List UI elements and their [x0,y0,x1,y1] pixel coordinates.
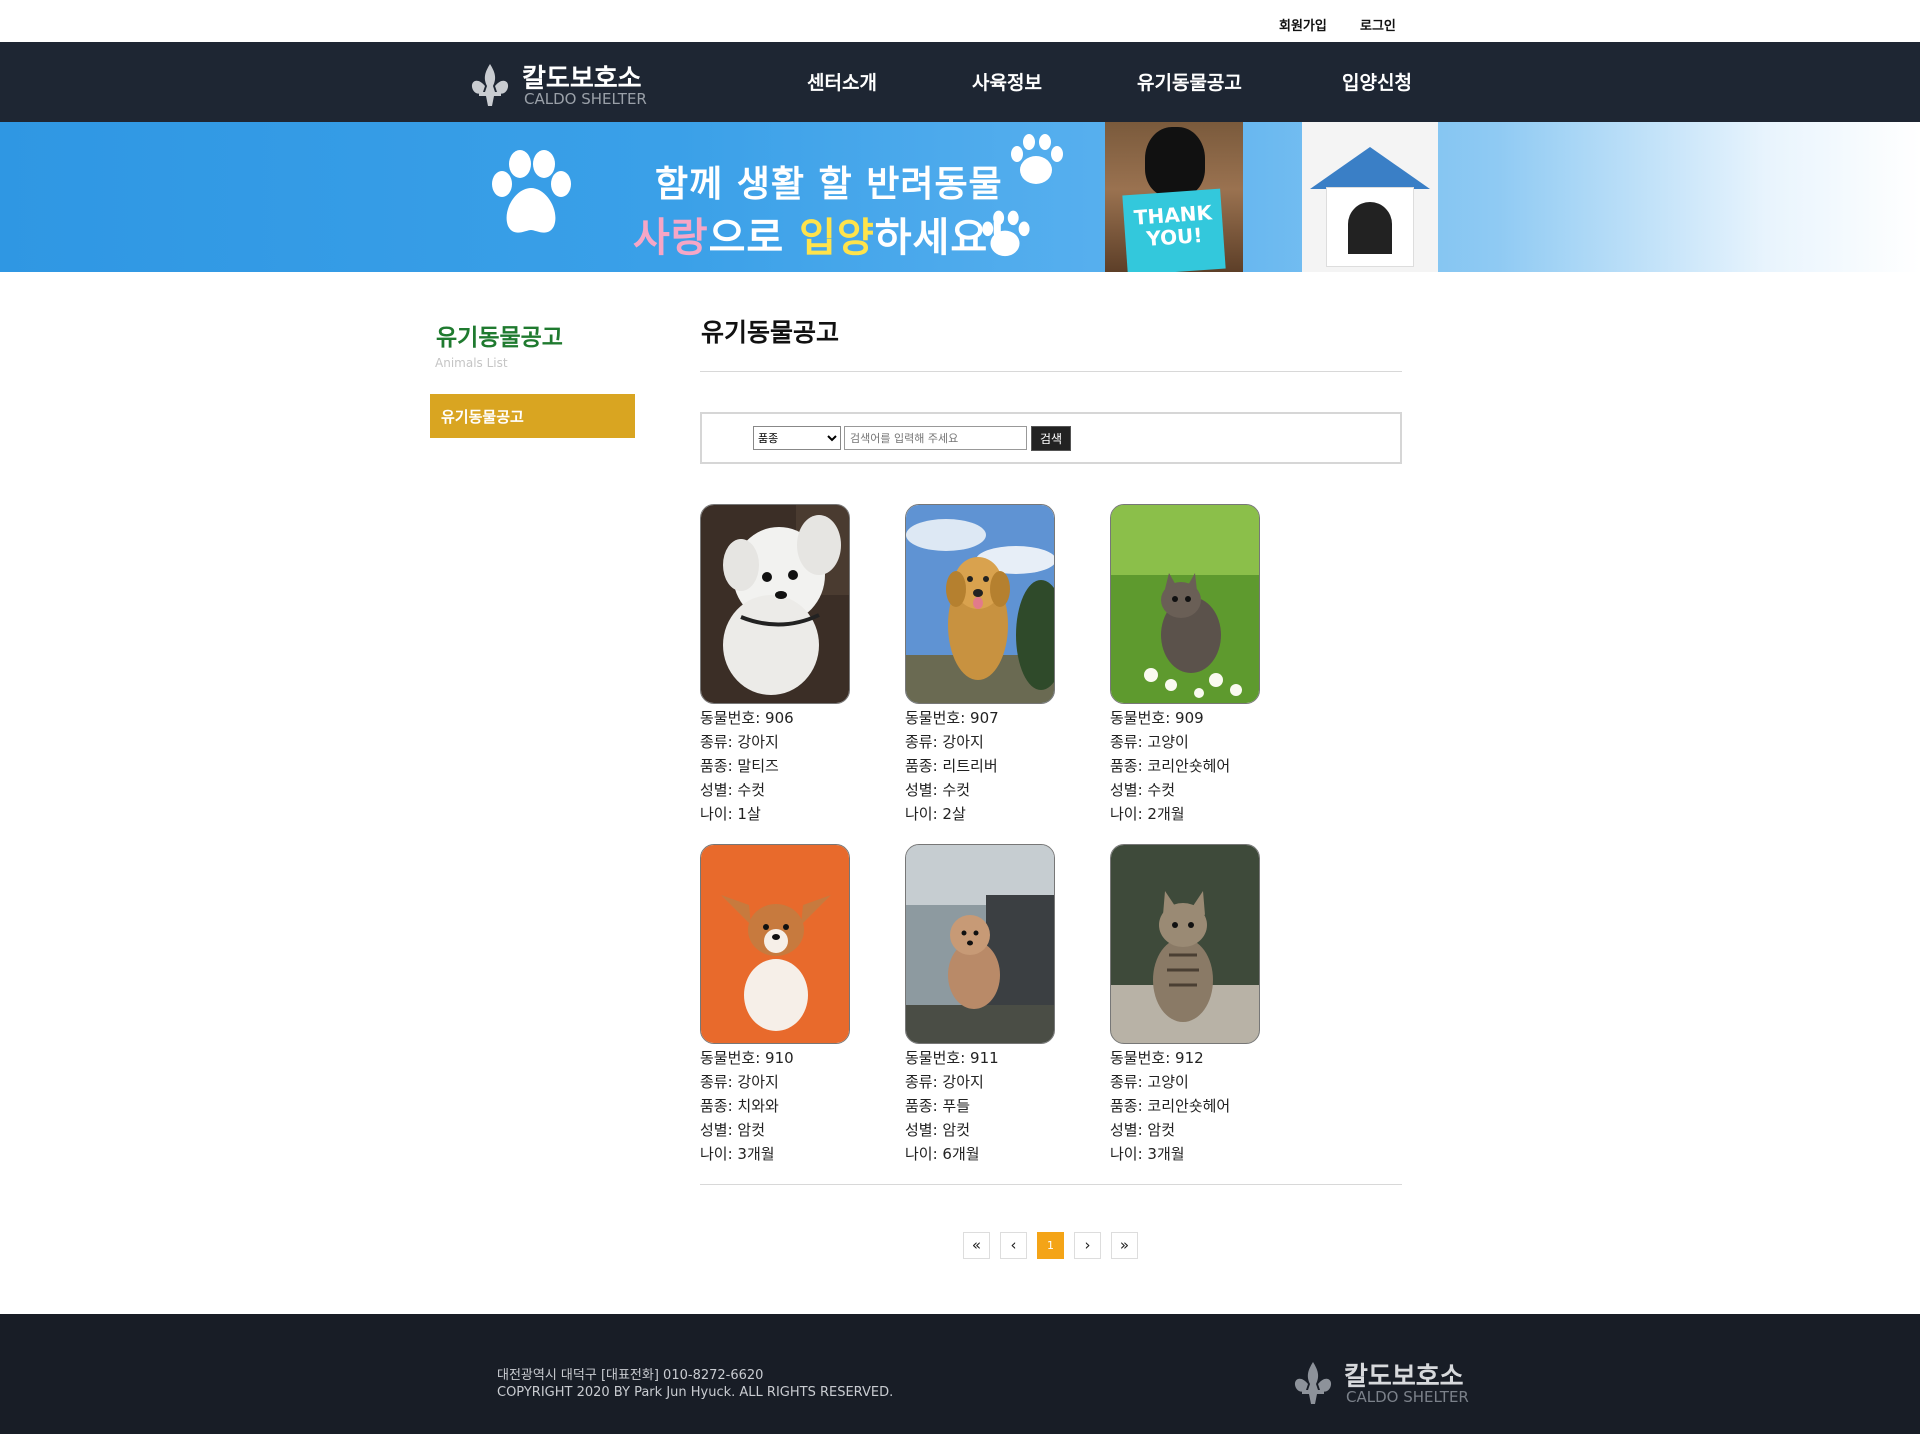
animal-age: 나이: 6개월 [905,1145,980,1163]
animal-info: 동물번호: 910 종류: 강아지 품종: 치와와 성별: 암컷 나이: 3개월 [700,1046,794,1166]
paw-print-icon [982,210,1030,257]
login-link[interactable]: 로그인 [1360,15,1396,34]
animal-info: 동물번호: 907 종류: 강아지 품종: 리트리버 성별: 수컷 나이: 2살 [905,706,999,826]
footer: 대전광역시 대덕구 [대표전화] 010-8272-6620 COPYRIGHT… [0,1314,1920,1434]
list-divider [700,1184,1402,1185]
white-dog-photo[interactable] [700,504,850,704]
poodle-photo[interactable] [905,844,1055,1044]
animal-breed: 품종: 코리안숏헤어 [1110,1097,1231,1115]
footer-copyright: COPYRIGHT 2020 BY Park Jun Hyuck. ALL RI… [497,1385,894,1400]
prev-page-button[interactable]: ‹ [1000,1232,1027,1259]
page-title: 유기동물공고 [701,318,840,347]
golden-retriever-photo[interactable] [905,504,1055,704]
main-navigation: 칼도보호소 CALDO SHELTER 센터소개 사육정보 유기동물공고 입양신… [0,42,1920,122]
hero-banner: 함께 생활 할 반려동물 사랑으로 입양하세요! THANK YOU! [0,122,1920,272]
title-divider [700,371,1402,372]
first-page-button[interactable]: « [963,1232,990,1259]
paw-print-icon [1011,134,1063,184]
fleur-de-lis-icon [471,64,509,106]
footer-address: 대전광역시 대덕구 [대표전화] 010-8272-6620 [497,1368,764,1383]
animal-breed: 품종: 리트리버 [905,757,998,775]
animal-age: 나이: 2살 [905,805,966,823]
fleur-de-lis-icon [1294,1362,1332,1404]
nav-item-care-info[interactable]: 사육정보 [972,68,1042,95]
animal-number: 동물번호: 909 [1110,709,1204,727]
search-category-select[interactable]: 품종 [753,426,841,450]
banner-dog-photo: THANK YOU! [1105,122,1243,272]
tabby-kitten-photo[interactable] [1110,844,1260,1044]
animal-age: 나이: 3개월 [1110,1145,1185,1163]
logo-subtitle: CALDO SHELTER [524,90,647,108]
animal-sex: 성별: 암컷 [700,1121,766,1139]
side-menu-subtitle: Animals List [435,356,508,370]
footer-logo-subtitle: CALDO SHELTER [1346,1388,1469,1406]
animal-sex: 성별: 수컷 [905,781,971,799]
thank-you-sign: THANK YOU! [1133,200,1213,251]
animal-breed: 품종: 치와와 [700,1097,779,1115]
signup-link[interactable]: 회원가입 [1279,15,1327,34]
animal-info: 동물번호: 906 종류: 강아지 품종: 말티즈 성별: 수컷 나이: 1살 [700,706,794,826]
next-page-button[interactable]: › [1074,1232,1101,1259]
search-button[interactable]: 검색 [1031,426,1071,451]
side-menu-title: 유기동물공고 [436,325,563,351]
animal-info: 동물번호: 912 종류: 고양이 품종: 코리안숏헤어 성별: 암컷 나이: … [1110,1046,1230,1166]
animal-sex: 성별: 암컷 [905,1121,971,1139]
animal-kind: 종류: 강아지 [905,733,984,751]
animal-number: 동물번호: 910 [700,1049,794,1067]
banner-slogan-line1: 함께 생활 할 반려동물 [655,164,1003,205]
animal-sex: 성별: 암컷 [1110,1121,1176,1139]
search-bar: 품종 검색 [700,412,1402,464]
side-menu-item-animal-notice[interactable]: 유기동물공고 [430,394,635,438]
animal-number: 동물번호: 911 [905,1049,999,1067]
animal-kind: 종류: 고양이 [1110,733,1189,751]
banner-slogan-line2: 사랑으로 입양하세요! [633,215,1008,261]
animal-age: 나이: 2개월 [1110,805,1185,823]
animal-breed: 품종: 푸들 [905,1097,971,1115]
animal-number: 동물번호: 906 [700,709,794,727]
animal-sex: 성별: 수컷 [1110,781,1176,799]
animal-age: 나이: 1살 [700,805,761,823]
animal-info: 동물번호: 911 종류: 강아지 품종: 푸들 성별: 암컷 나이: 6개월 [905,1046,999,1166]
animal-number: 동물번호: 907 [905,709,999,727]
animal-info: 동물번호: 909 종류: 고양이 품종: 코리안숏헤어 성별: 수컷 나이: … [1110,706,1230,826]
animal-breed: 품종: 코리안숏헤어 [1110,757,1231,775]
last-page-button[interactable]: » [1111,1232,1138,1259]
search-input[interactable] [844,426,1027,450]
page-1-button[interactable]: 1 [1037,1232,1064,1259]
top-utility-bar: 회원가입 로그인 [0,0,1920,42]
site-logo[interactable]: 칼도보호소 CALDO SHELTER [467,54,667,110]
animal-number: 동물번호: 912 [1110,1049,1204,1067]
animal-kind: 종류: 고양이 [1110,1073,1189,1091]
nav-item-center-intro[interactable]: 센터소개 [807,68,877,95]
animal-kind: 종류: 강아지 [700,733,779,751]
animal-kind: 종류: 강아지 [700,1073,779,1091]
animal-kind: 종류: 강아지 [905,1073,984,1091]
animal-breed: 품종: 말티즈 [700,757,779,775]
paw-icon [492,150,571,233]
banner-doghouse-photo [1302,122,1438,272]
animal-sex: 성별: 수컷 [700,781,766,799]
nav-item-animal-notice[interactable]: 유기동물공고 [1137,68,1242,95]
puppy-orange-photo[interactable] [700,844,850,1044]
footer-logo: 칼도보호소 CALDO SHELTER [1290,1356,1490,1412]
nav-item-adoption[interactable]: 입양신청 [1342,68,1412,95]
kitten-grass-photo[interactable] [1110,504,1260,704]
animal-age: 나이: 3개월 [700,1145,775,1163]
